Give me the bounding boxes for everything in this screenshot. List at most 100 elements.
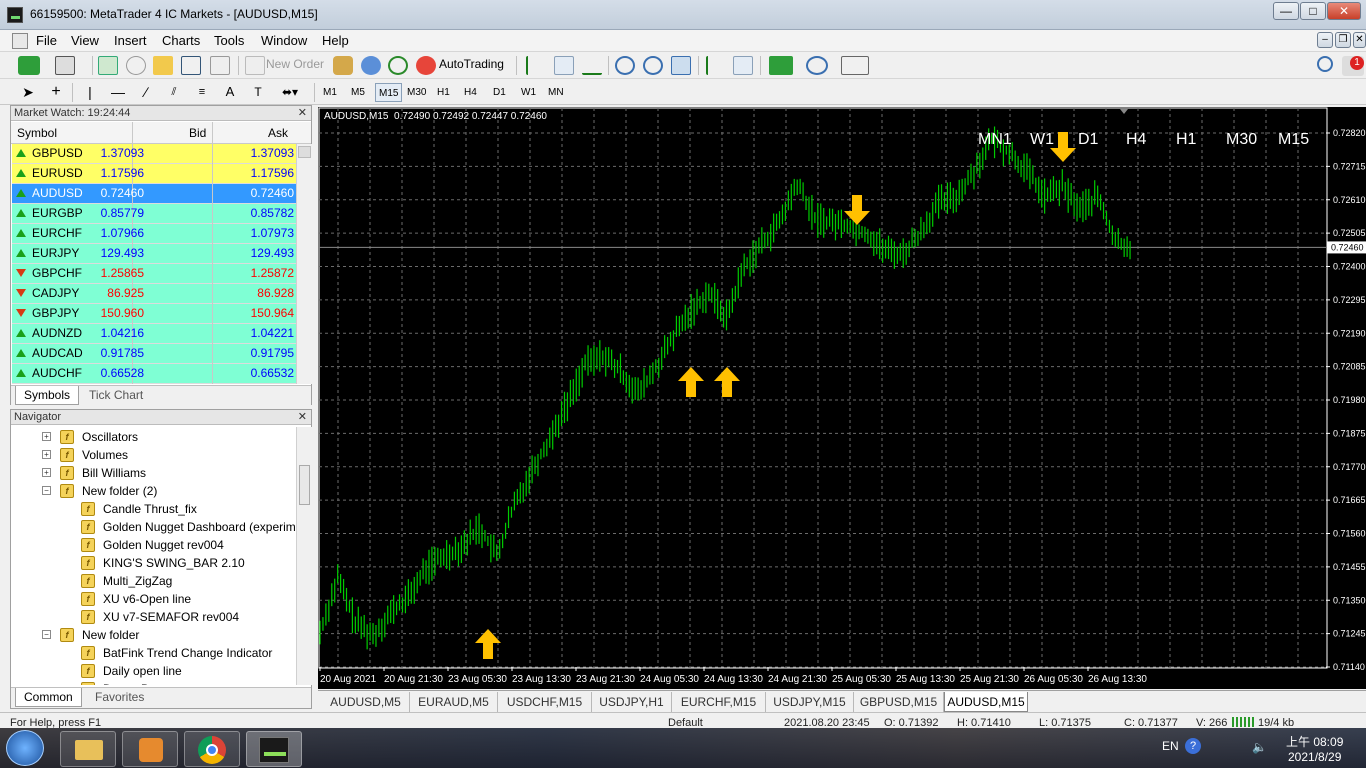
navigator-close-icon[interactable]: ✕ <box>298 410 307 424</box>
col-bid[interactable]: Bid <box>189 126 206 140</box>
new-order-button[interactable]: New Order <box>266 57 324 71</box>
autotrading-icon[interactable] <box>416 56 436 75</box>
timeframe-mn[interactable]: MN <box>545 83 567 102</box>
crosshair-icon[interactable]: + <box>46 83 66 102</box>
timeframe-m1[interactable]: M1 <box>320 83 340 102</box>
col-ask[interactable]: Ask <box>268 126 288 140</box>
zoom-out-icon[interactable] <box>643 56 663 75</box>
data-window-icon[interactable] <box>126 56 146 75</box>
indicators-icon[interactable] <box>769 56 793 75</box>
market-watch-row[interactable]: EURJPY 129.493 129.493 <box>12 244 298 264</box>
zoom-in-icon[interactable] <box>615 56 635 75</box>
close-button[interactable]: ✕ <box>1327 2 1361 20</box>
market-watch-icon[interactable] <box>98 56 118 75</box>
chart-tab[interactable]: EURAUD,M5 <box>410 692 498 712</box>
market-watch-row[interactable]: GBPJPY 150.960 150.964 <box>12 304 298 324</box>
metaeditor-icon[interactable] <box>333 56 353 75</box>
templates-icon[interactable] <box>841 56 869 75</box>
help-icon[interactable]: ? <box>1185 738 1201 754</box>
timeframe-h4[interactable]: H4 <box>461 83 480 102</box>
clock-time[interactable]: 上午 08:09 <box>1286 733 1343 750</box>
market-watch-row[interactable]: EURCHF 1.07966 1.07973 <box>12 224 298 244</box>
market-watch-row[interactable]: AUDNZD 1.04216 1.04221 <box>12 324 298 344</box>
navigator-scrollbar[interactable] <box>296 427 312 685</box>
chart-tab[interactable]: USDCHF,M15 <box>498 692 592 712</box>
timeframe-d1[interactable]: D1 <box>490 83 509 102</box>
market-watch-scrollbar[interactable] <box>296 144 312 384</box>
search-icon[interactable] <box>1317 56 1333 72</box>
menu-tools[interactable]: Tools <box>214 33 244 48</box>
expand-icon[interactable]: + <box>42 450 51 459</box>
timeframe-m5[interactable]: M5 <box>348 83 368 102</box>
navigator-icon[interactable] <box>153 56 173 75</box>
child-restore-button[interactable]: ❐ <box>1335 32 1351 48</box>
menu-insert[interactable]: Insert <box>114 33 147 48</box>
menu-file[interactable]: File <box>36 33 57 48</box>
chart-shift-icon[interactable] <box>733 56 753 75</box>
fibonacci-icon[interactable]: ≡ <box>192 83 212 102</box>
timeframe-m15[interactable]: M15 <box>375 83 403 102</box>
market-watch-row[interactable]: GBPUSD 1.37093 1.37093 <box>12 144 298 164</box>
child-minimize-button[interactable]: – <box>1317 32 1333 48</box>
child-close-button[interactable]: ✕ <box>1353 32 1366 48</box>
new-chart-icon[interactable] <box>18 56 40 75</box>
chart-menu-icon[interactable] <box>12 33 28 49</box>
chart-tab[interactable]: AUDUSD,M5 <box>322 692 410 712</box>
signals-icon[interactable] <box>388 56 408 75</box>
market-watch-row[interactable]: GBPCHF 1.25865 1.25872 <box>12 264 298 284</box>
market-watch-row[interactable]: EURGBP 0.85779 0.85782 <box>12 204 298 224</box>
channel-icon[interactable]: ⫽ <box>164 83 184 102</box>
app-icon[interactable] <box>7 7 23 23</box>
maximize-button[interactable]: □ <box>1300 2 1326 20</box>
menu-charts[interactable]: Charts <box>162 33 200 48</box>
taskbar-metatrader[interactable] <box>246 731 302 767</box>
chart-canvas[interactable]: 0.72820 0.72715 0.72610 0.72505 0.72400 0.722… <box>318 107 1366 689</box>
chart-tab[interactable]: EURCHF,M15 <box>672 692 766 712</box>
timeframe-h1[interactable]: H1 <box>434 83 453 102</box>
menu-help[interactable]: Help <box>322 33 349 48</box>
tester-icon[interactable] <box>210 56 230 75</box>
community-icon[interactable] <box>361 56 381 75</box>
market-watch-row[interactable]: AUDUSD 0.72460 0.72460 <box>12 184 298 204</box>
menu-window[interactable]: Window <box>261 33 307 48</box>
expand-icon[interactable]: − <box>42 630 51 639</box>
tab-tick-chart[interactable]: Tick Chart <box>81 386 151 405</box>
chart-tab[interactable]: AUDUSD,M15 <box>944 692 1028 712</box>
price-chart[interactable]: 0.72820 0.72715 0.72610 0.72505 0.72400 0.722… <box>318 107 1366 689</box>
tile-windows-icon[interactable] <box>671 56 691 75</box>
volume-icon[interactable]: 🔈 <box>1252 740 1267 754</box>
tab-common[interactable]: Common <box>15 688 82 707</box>
vertical-line-icon[interactable]: | <box>80 83 100 102</box>
tab-favorites[interactable]: Favorites <box>87 688 152 707</box>
market-watch-close-icon[interactable]: ✕ <box>298 106 307 120</box>
new-order-icon[interactable] <box>245 56 265 75</box>
bar-chart-icon[interactable] <box>526 56 546 75</box>
clock-date[interactable]: 2021/8/29 <box>1288 750 1341 764</box>
tab-symbols[interactable]: Symbols <box>15 386 80 405</box>
market-watch-row[interactable]: EURUSD 1.17596 1.17596 <box>12 164 298 184</box>
autoscroll-icon[interactable] <box>706 56 726 75</box>
text-icon[interactable]: A <box>220 83 240 102</box>
taskbar-chrome[interactable] <box>184 731 240 767</box>
profiles-icon[interactable] <box>55 56 75 75</box>
chart-tab[interactable]: USDJPY,M15 <box>766 692 854 712</box>
timeframe-m30[interactable]: M30 <box>404 83 429 102</box>
chart-tab[interactable]: GBPUSD,M15 <box>854 692 944 712</box>
market-watch-row[interactable]: AUDCHF 0.66528 0.66532 <box>12 364 298 384</box>
candle-chart-icon[interactable] <box>554 56 574 75</box>
notifications-icon[interactable]: 1 <box>1342 56 1364 76</box>
periods-icon[interactable] <box>806 56 828 75</box>
market-watch-row[interactable]: AUDCAD 0.91785 0.91795 <box>12 344 298 364</box>
expand-icon[interactable]: + <box>42 432 51 441</box>
line-chart-icon[interactable] <box>582 56 602 75</box>
text-label-icon[interactable]: T <box>248 83 268 102</box>
expand-icon[interactable]: + <box>42 468 51 477</box>
minimize-button[interactable]: — <box>1273 2 1299 20</box>
market-watch-row[interactable]: CADJPY 86.925 86.928 <box>12 284 298 304</box>
language-indicator[interactable]: EN <box>1162 739 1179 753</box>
arrows-icon[interactable]: ⬌▾ <box>276 83 304 102</box>
timeframe-w1[interactable]: W1 <box>518 83 539 102</box>
taskbar-media-player[interactable] <box>122 731 178 767</box>
menu-view[interactable]: View <box>71 33 99 48</box>
cursor-icon[interactable]: ➤ <box>18 83 38 102</box>
